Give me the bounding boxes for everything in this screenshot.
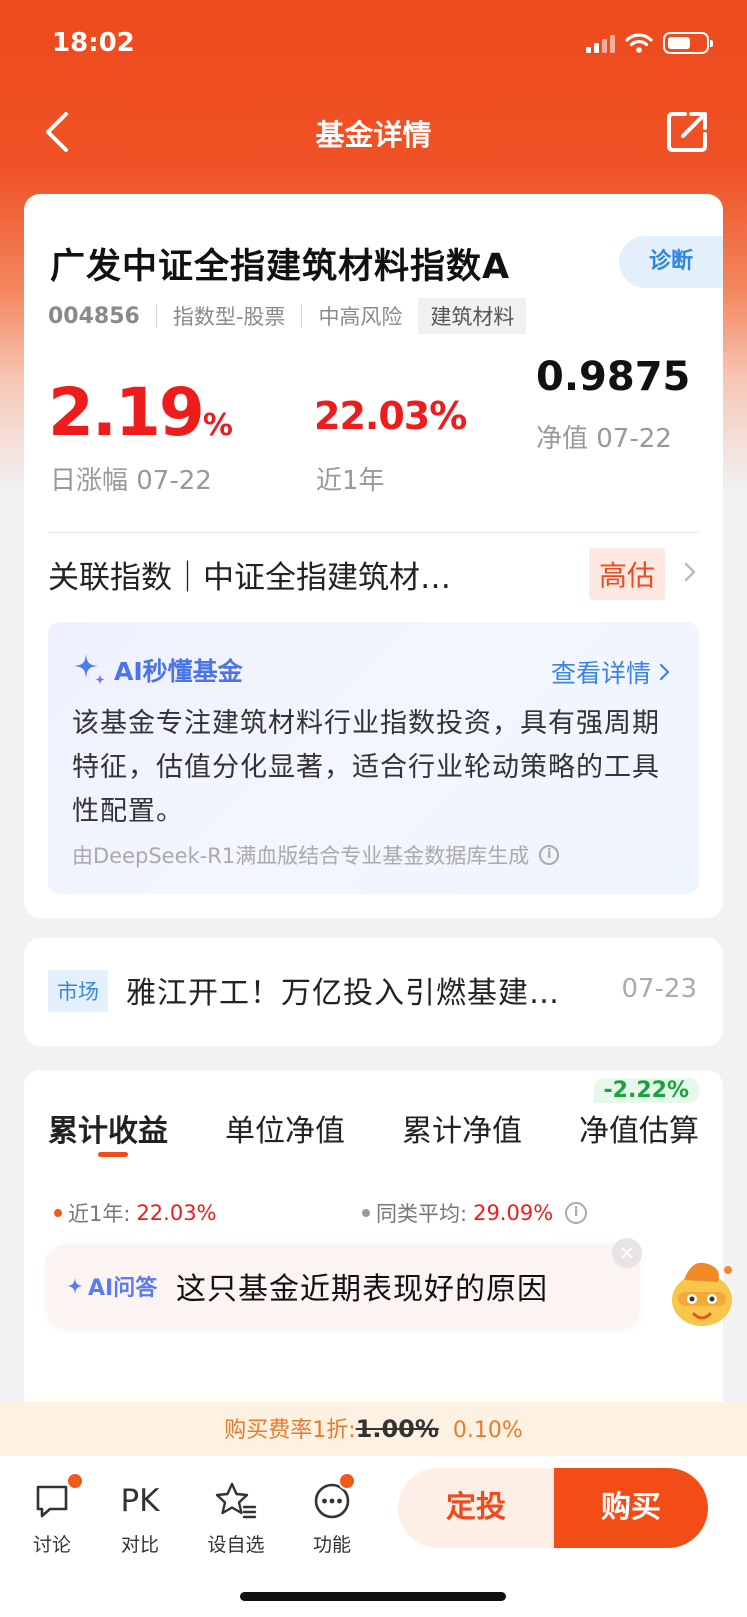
view-details-link[interactable]: 查看详情	[551, 654, 671, 690]
discuss-label: 讨论	[32, 1534, 71, 1556]
home-indicator	[240, 1592, 506, 1601]
legend-value: 29.09%	[473, 1201, 554, 1225]
ai-summary-box: AI秒懂基金 查看详情 该基金专注建筑材料行业指数投资，具有强周期特征，估值分化…	[48, 622, 699, 894]
legend-dot	[362, 1209, 370, 1217]
ai-summary-title-text: AI秒懂基金	[114, 657, 243, 686]
fund-code: 004856	[48, 303, 140, 329]
add-watchlist-button[interactable]: 设自选	[196, 1476, 276, 1557]
ai-footer-text: 由DeepSeek-R1满血版结合专业基金数据库生成	[72, 844, 530, 868]
news-badge: 市场	[48, 970, 108, 1012]
notification-dot	[66, 1472, 84, 1490]
star-list-icon	[215, 1482, 257, 1519]
ai-question-bubble[interactable]: AI问答 这只基金近期表现好的原因	[46, 1244, 640, 1328]
related-index-text: 关联指数｜中证全指建筑材…	[48, 560, 451, 596]
cellular-signal-icon	[586, 33, 615, 53]
tab-cumulative-nav[interactable]: 累计净值	[402, 1106, 522, 1150]
day-change-unit: %	[202, 408, 233, 443]
ai-summary-title: AI秒懂基金	[72, 652, 243, 688]
battery-icon	[663, 32, 713, 54]
diagnose-button[interactable]: 诊断	[619, 236, 723, 288]
functions-button[interactable]: 功能	[292, 1472, 372, 1557]
fund-risk: 中高风险	[318, 305, 403, 329]
year-return-label: 近1年	[316, 466, 385, 496]
view-details-label: 查看详情	[550, 659, 651, 688]
fund-sector-tag[interactable]: 建筑材料	[418, 298, 527, 334]
valuation-badge: 高估	[588, 548, 665, 600]
tag-divider	[301, 304, 303, 328]
chevron-right-icon	[684, 562, 696, 582]
estimate-change-badge: -2.22%	[593, 1078, 699, 1103]
ai-summary-description: 该基金专注建筑材料行业指数投资，具有强周期特征，估值分化显著，适合行业轮动策略的…	[72, 708, 660, 827]
discuss-button[interactable]: 讨论	[12, 1472, 92, 1557]
share-icon[interactable]	[663, 106, 713, 156]
promo-prefix: 购买费率1折:	[224, 1418, 356, 1443]
fund-type: 指数型-股票	[172, 305, 286, 329]
notification-dot	[338, 1472, 356, 1490]
compare-button[interactable]: PK 对比	[100, 1476, 180, 1557]
nav-bar: 基金详情	[0, 100, 747, 164]
ai-question-tag-text: AI问答	[88, 1276, 158, 1301]
nav-value: 0.9875	[536, 354, 691, 400]
chart-tabs: 累计收益 单位净值 累计净值 净值估算	[48, 1106, 699, 1150]
related-index-row[interactable]: 关联指数｜中证全指建筑材… 高估	[48, 538, 699, 606]
fund-tags: 004856 指数型-股票 中高风险 建筑材料	[48, 298, 527, 334]
close-icon[interactable]: ✕	[612, 1238, 642, 1268]
fee-promo-bar: 购买费率1折:1.00% 0.10%	[0, 1402, 747, 1456]
auto-invest-button[interactable]: 定投	[398, 1468, 554, 1548]
tab-nav-estimate[interactable]: 净值估算	[579, 1106, 699, 1150]
wifi-icon	[625, 33, 653, 53]
legend-dot	[54, 1209, 62, 1217]
legend-label: 近1年:	[68, 1202, 131, 1226]
discounted-fee: 0.10%	[452, 1418, 523, 1443]
buy-button[interactable]: 购买	[554, 1468, 708, 1548]
ai-summary-footer: 由DeepSeek-R1满血版结合专业基金数据库生成 i	[72, 840, 560, 870]
news-headline: 雅江开工！万亿投入引燃基建…	[126, 976, 560, 1011]
ai-question-text: 这只基金近期表现好的原因	[176, 1272, 548, 1307]
bottom-action-bar: 讨论 PK 对比 设自选 功能 定投 购买	[0, 1456, 747, 1617]
ai-question-tag: AI问答	[66, 1270, 157, 1302]
original-fee: 1.00%	[355, 1415, 439, 1443]
status-time: 18:02	[52, 28, 135, 58]
divider	[48, 532, 699, 533]
pk-icon: PK	[120, 1483, 160, 1519]
legend-item-fund: 近1年: 22.03%	[54, 1198, 217, 1228]
legend-label: 同类平均:	[376, 1202, 468, 1226]
info-icon[interactable]: i	[539, 845, 560, 865]
day-change-value: 2.19%	[48, 374, 233, 451]
mascot-icon[interactable]	[662, 1250, 742, 1332]
tag-divider	[155, 304, 157, 328]
page-title: 基金详情	[315, 118, 432, 152]
chat-bubble-icon	[36, 1485, 68, 1518]
fund-summary-card: 广发中证全指建筑材料指数A 诊断 004856 指数型-股票 中高风险 建筑材料…	[24, 194, 723, 918]
active-tab-indicator	[98, 1152, 128, 1157]
status-icons	[586, 32, 713, 54]
compare-label: 对比	[120, 1534, 159, 1556]
chevron-right-icon	[659, 663, 670, 681]
day-change-label: 日涨幅 07-22	[50, 466, 212, 496]
functions-label: 功能	[312, 1534, 351, 1556]
sparkle-icon	[67, 1278, 83, 1294]
info-icon[interactable]: i	[565, 1202, 588, 1224]
status-bar: 18:02	[0, 0, 747, 90]
year-return-value: 22.03%	[314, 394, 467, 438]
nav-label: 净值 07-22	[536, 424, 672, 454]
sparkle-icon	[74, 654, 105, 685]
tab-cumulative-return[interactable]: 累计收益	[48, 1106, 168, 1150]
fund-name: 广发中证全指建筑材料指数A	[50, 247, 511, 287]
legend-value: 22.03%	[136, 1201, 217, 1225]
news-date: 07-23	[621, 974, 697, 1004]
legend-item-category-average: 同类平均: 29.09% i	[362, 1198, 588, 1228]
add-watchlist-label: 设自选	[207, 1534, 265, 1556]
day-change-number: 2.19	[48, 374, 205, 451]
news-card[interactable]: 市场 雅江开工！万亿投入引燃基建… 07-23	[24, 938, 723, 1046]
tab-unit-nav[interactable]: 单位净值	[225, 1106, 345, 1150]
